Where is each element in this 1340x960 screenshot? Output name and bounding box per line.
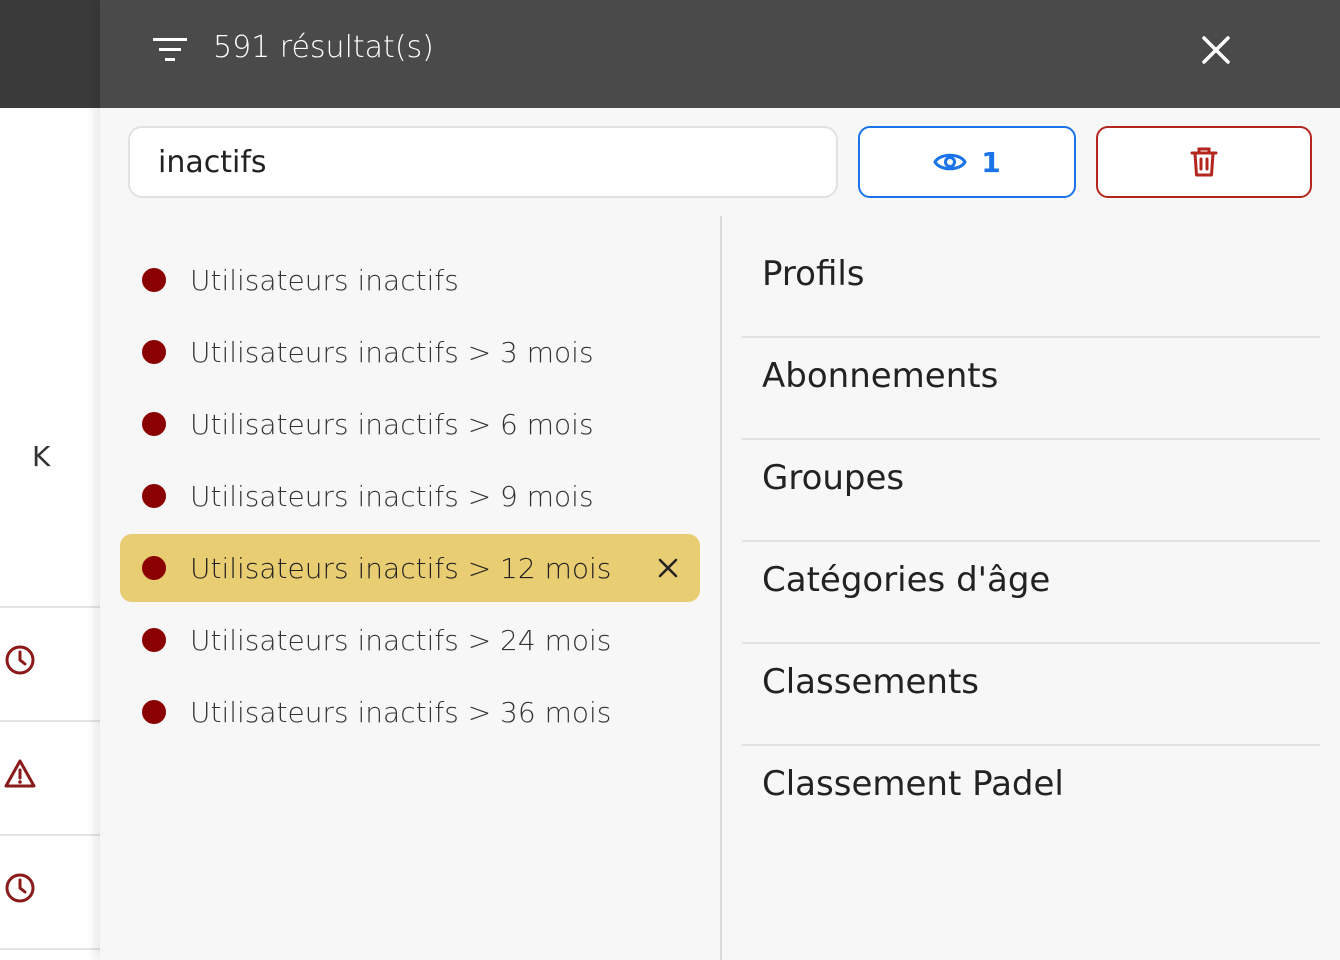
status-dot (142, 412, 166, 436)
delete-button[interactable] (1096, 126, 1312, 198)
category-label: Classements (762, 662, 979, 702)
status-dot (142, 556, 166, 580)
filter-item-selected[interactable]: Utilisateurs inactifs > 12 mois (120, 534, 700, 602)
close-button[interactable] (1196, 30, 1236, 70)
background-divider (0, 948, 100, 950)
filter-list: Utilisateurs inactifs Utilisateurs inact… (120, 244, 700, 748)
result-count: 591 résultat(s) (213, 30, 434, 65)
close-icon (1202, 36, 1230, 64)
clock-icon[interactable] (4, 872, 36, 904)
filter-panel: 591 résultat(s) 1 Utilisateurs inactifs … (100, 0, 1340, 960)
filter-item-label: Utilisateurs inactifs > 3 mois (190, 335, 594, 369)
category-item-categories-age[interactable]: Catégories d'âge (742, 542, 1320, 644)
trash-icon (1190, 147, 1218, 177)
background-divider (0, 606, 100, 608)
status-dot (142, 268, 166, 292)
background-divider (0, 720, 100, 722)
category-item-classements[interactable]: Classements (742, 644, 1320, 746)
filter-item[interactable]: Utilisateurs inactifs > 24 mois (120, 604, 700, 676)
panel-header: 591 résultat(s) (100, 0, 1340, 108)
status-dot (142, 700, 166, 724)
filter-item[interactable]: Utilisateurs inactifs > 36 mois (120, 676, 700, 748)
view-selected-button[interactable]: 1 (858, 126, 1076, 198)
background-divider (0, 834, 100, 836)
eye-icon (933, 153, 967, 171)
warning-icon[interactable] (4, 758, 36, 790)
filter-item-label: Utilisateurs inactifs > 9 mois (190, 479, 594, 513)
status-dot (142, 484, 166, 508)
background-app: K (0, 0, 100, 960)
view-count: 1 (981, 145, 1001, 179)
background-letter: K (32, 440, 51, 473)
close-icon (658, 558, 678, 578)
filter-icon (150, 34, 190, 66)
filter-item[interactable]: Utilisateurs inactifs (120, 244, 700, 316)
clock-icon[interactable] (4, 644, 36, 676)
category-item-groupes[interactable]: Groupes (742, 440, 1320, 542)
filter-item[interactable]: Utilisateurs inactifs > 6 mois (120, 388, 700, 460)
category-item-abonnements[interactable]: Abonnements (742, 338, 1320, 440)
filter-item-label: Utilisateurs inactifs > 6 mois (190, 407, 594, 441)
category-label: Abonnements (762, 356, 999, 396)
category-label: Profils (762, 254, 865, 294)
filter-item-label: Utilisateurs inactifs > 36 mois (190, 695, 612, 729)
category-label: Groupes (762, 458, 905, 498)
filter-item-label: Utilisateurs inactifs (190, 263, 459, 297)
search-input[interactable] (128, 126, 838, 198)
filter-item[interactable]: Utilisateurs inactifs > 9 mois (120, 460, 700, 532)
filter-item[interactable]: Utilisateurs inactifs > 3 mois (120, 316, 700, 388)
column-divider (720, 216, 722, 960)
category-list: Profils Abonnements Groupes Catégories d… (742, 236, 1320, 848)
filter-item-label: Utilisateurs inactifs > 12 mois (190, 551, 612, 585)
category-label: Catégories d'âge (762, 560, 1051, 600)
background-header (0, 0, 100, 108)
category-item-classement-padel[interactable]: Classement Padel (742, 746, 1320, 848)
status-dot (142, 628, 166, 652)
category-item-profils[interactable]: Profils (742, 236, 1320, 338)
category-label: Classement Padel (762, 764, 1064, 804)
status-dot (142, 340, 166, 364)
remove-filter-button[interactable] (656, 556, 680, 580)
filter-item-label: Utilisateurs inactifs > 24 mois (190, 623, 612, 657)
